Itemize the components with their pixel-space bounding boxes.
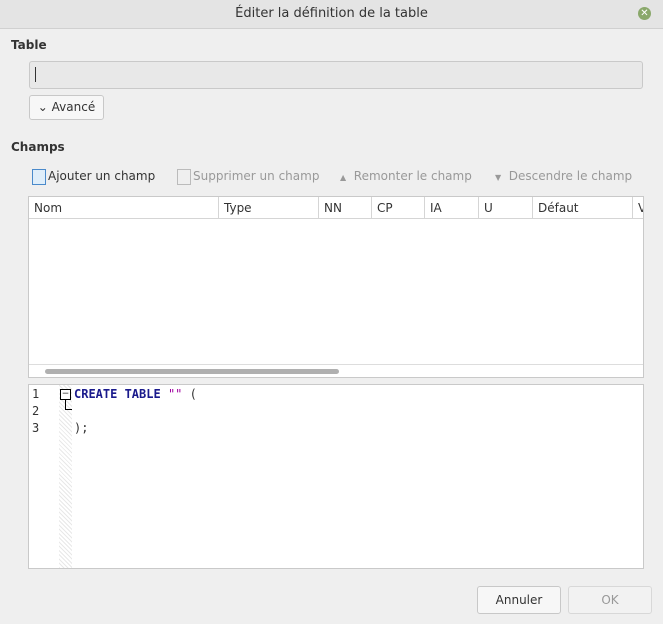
column-header-v[interactable]: V <box>633 197 643 219</box>
chevron-down-icon: ⌄ <box>37 100 48 114</box>
cancel-button[interactable]: Annuler <box>477 586 561 614</box>
fold-collapse-icon[interactable]: − <box>60 389 71 400</box>
column-header-nn[interactable]: NN <box>319 197 372 219</box>
add-field-button[interactable]: Ajouter un champ <box>32 166 155 186</box>
add-field-icon <box>32 168 46 185</box>
add-field-label: Ajouter un champ <box>48 169 156 183</box>
remove-field-button[interactable]: Supprimer un champ <box>177 166 319 186</box>
ok-button[interactable]: OK <box>568 586 652 614</box>
column-header-name[interactable]: Nom <box>29 197 219 219</box>
fold-line-icon <box>65 400 72 410</box>
table-name-input[interactable] <box>29 61 643 89</box>
table-label: Table <box>11 38 47 52</box>
remove-field-label: Supprimer un champ <box>193 169 320 183</box>
move-up-button[interactable]: ▲ Remonter le champ <box>340 166 472 186</box>
fields-label: Champs <box>11 140 65 154</box>
window-title: Éditer la définition de la table <box>0 0 663 29</box>
column-header-u[interactable]: U <box>479 197 533 219</box>
sql-keyword: CREATE TABLE <box>74 387 161 401</box>
text-caret <box>35 67 36 82</box>
sql-paren: ( <box>189 387 197 401</box>
sql-editor[interactable]: 1 2 3 − CREATE TABLE "" ( ); <box>28 384 644 569</box>
column-header-ia[interactable]: IA <box>425 197 479 219</box>
close-icon[interactable]: ✕ <box>638 7 651 20</box>
arrow-up-icon: ▲ <box>340 173 347 182</box>
fields-table[interactable]: Nom Type NN CP IA U Défaut V <box>28 196 644 378</box>
advanced-button[interactable]: ⌄ Avancé <box>29 95 104 120</box>
sql-string: "" <box>167 387 183 401</box>
column-header-default[interactable]: Défaut <box>533 197 633 219</box>
move-down-button[interactable]: ▼ Descendre le champ <box>495 166 632 186</box>
column-header-type[interactable]: Type <box>219 197 319 219</box>
move-up-label: Remonter le champ <box>353 169 472 183</box>
fold-margin <box>59 385 72 568</box>
sql-close: ); <box>74 421 89 435</box>
move-down-label: Descendre le champ <box>508 169 633 183</box>
remove-field-icon <box>177 168 191 185</box>
advanced-label: Avancé <box>51 100 96 114</box>
arrow-down-icon: ▼ <box>495 173 502 182</box>
horizontal-scrollbar[interactable] <box>45 369 339 374</box>
column-header-cp[interactable]: CP <box>372 197 425 219</box>
